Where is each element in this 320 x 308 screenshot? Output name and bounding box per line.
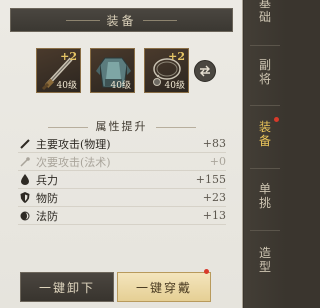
slot-level-label: 40级 [110, 81, 131, 91]
attribute-value: +0 [209, 155, 226, 168]
attribute-row-magic-defense: 法防 +13 [18, 207, 226, 225]
attribute-value: +13 [202, 209, 226, 222]
header-ornament-right [142, 19, 177, 21]
nav-tab-label: 装 [258, 120, 271, 134]
attribute-list: 主要攻击(物理) +83 次要攻击(法术) +0 兵力 +155 物防 +23 [18, 135, 226, 225]
attribute-label: 次要攻击(法术) [36, 155, 111, 169]
attributes-title: 属性提升 [0, 118, 243, 134]
nav-tab-label: 单 [258, 182, 271, 196]
attribute-label: 法防 [36, 209, 58, 223]
panel-title: 装备 [106, 13, 137, 28]
slot-level-label: 40级 [56, 81, 77, 91]
nav-tab-duel[interactable]: 单 挑 [244, 182, 286, 210]
unequip-all-button[interactable]: 一键卸下 [20, 272, 114, 302]
staff-stat-icon [18, 156, 32, 168]
equip-slot-accessory[interactable]: +2 40级 [144, 48, 189, 93]
attribute-row-primary-attack: 主要攻击(物理) +83 [18, 135, 226, 153]
nav-tab-label: 挑 [258, 196, 271, 210]
notification-dot [274, 117, 279, 122]
swap-icon [200, 65, 210, 77]
magic-shield-icon [18, 210, 32, 222]
attribute-label: 主要攻击(物理) [36, 137, 111, 151]
nav-divider [250, 168, 280, 169]
attribute-label: 物防 [36, 191, 58, 205]
attribute-label: 兵力 [36, 173, 58, 187]
equip-all-label: 一键穿戴 [135, 280, 192, 295]
nav-tab-label: 将 [258, 72, 271, 86]
attribute-row-troops: 兵力 +155 [18, 171, 226, 189]
equipment-panel: 装备 +2 40级 40级 +2 40级 属性提升 主要攻击(物理) +83 次… [0, 0, 243, 308]
shield-icon [18, 192, 32, 204]
nav-tab-basic[interactable]: 基 础 [244, 0, 286, 24]
attribute-value: +23 [202, 191, 226, 204]
attribute-value: +155 [195, 173, 226, 186]
attribute-row-secondary-attack: 次要攻击(法术) +0 [18, 153, 226, 171]
attribute-row-physical-defense: 物防 +23 [18, 189, 226, 207]
nav-tab-deputy[interactable]: 副 将 [244, 58, 286, 86]
slot-plus-label: +2 [60, 50, 77, 63]
nav-tab-label: 造 [258, 246, 271, 260]
equip-slot-weapon[interactable]: +2 40级 [36, 48, 81, 93]
header-ornament-left [66, 19, 101, 21]
nav-tab-equipment[interactable]: 装 备 [244, 120, 286, 148]
slot-level-label: 40级 [164, 81, 185, 91]
nav-tab-label: 础 [258, 10, 271, 24]
nav-divider [250, 45, 280, 46]
swap-button[interactable] [194, 60, 216, 82]
nav-tab-label: 基 [258, 0, 271, 10]
nav-tab-label: 型 [258, 260, 271, 274]
nav-tab-label: 副 [258, 58, 271, 72]
sword-stat-icon [18, 138, 32, 150]
equip-all-button[interactable]: 一键穿戴 [117, 272, 211, 302]
side-nav: 基 础 副 将 装 备 单 挑 造 型 [244, 0, 286, 308]
nav-divider [250, 105, 280, 106]
panel-header: 装备 [10, 8, 233, 32]
slot-plus-label: +2 [168, 50, 185, 63]
nav-tab-appearance[interactable]: 造 型 [244, 246, 286, 274]
nav-tab-label: 备 [258, 134, 271, 148]
unequip-all-label: 一键卸下 [38, 280, 95, 295]
attribute-value: +83 [202, 137, 226, 150]
drop-icon [18, 174, 32, 186]
equip-slot-armor[interactable]: 40级 [90, 48, 135, 93]
nav-divider [250, 230, 280, 231]
notification-dot [204, 269, 209, 274]
